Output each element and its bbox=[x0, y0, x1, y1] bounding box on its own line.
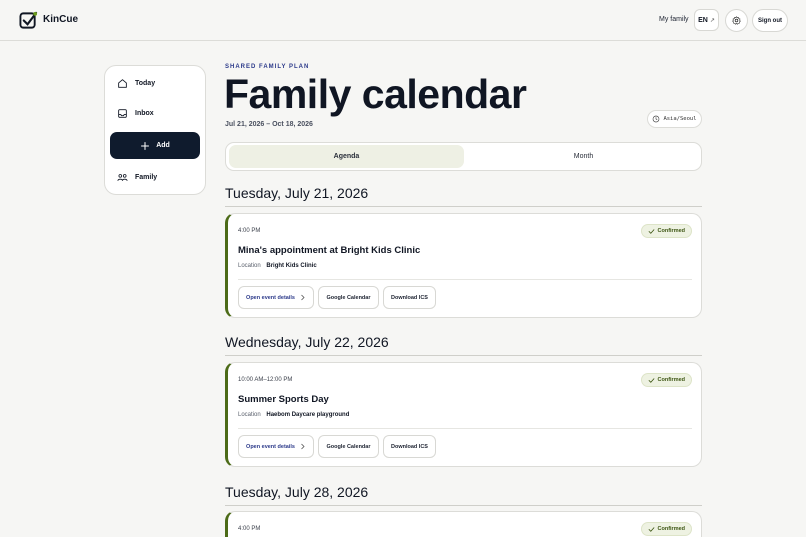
open-event-details-button[interactable]: Open event details bbox=[238, 286, 314, 309]
event-time: 4:00 PM bbox=[238, 526, 261, 532]
inbox-icon bbox=[118, 108, 127, 118]
location-value: Haebom Daycare playground bbox=[266, 412, 350, 418]
clock-icon bbox=[653, 115, 660, 123]
page-eyebrow: SHARED FAMILY PLAN bbox=[225, 64, 310, 70]
sidebar-item-label: Family bbox=[135, 173, 158, 181]
card-divider bbox=[238, 279, 692, 280]
nav-my-family-link[interactable]: My family bbox=[659, 16, 689, 23]
event-location: Location Bright Kids Clinic bbox=[238, 263, 317, 269]
event-title: Summer Sports Day bbox=[238, 394, 329, 405]
language-label: EN bbox=[698, 16, 708, 24]
sidebar-item-today[interactable]: Today bbox=[117, 75, 155, 91]
download-ics-button[interactable]: Download ICS bbox=[383, 286, 436, 309]
event-time: 4:00 PM bbox=[238, 228, 261, 234]
logo-icon[interactable] bbox=[19, 11, 38, 30]
sidebar-item-label: Today bbox=[135, 79, 156, 87]
sidebar-item-label: Inbox bbox=[135, 109, 154, 117]
card-divider bbox=[238, 428, 692, 429]
status-label: Confirmed bbox=[657, 228, 686, 234]
google-calendar-button[interactable]: Google Calendar bbox=[318, 435, 379, 458]
day-heading: Wednesday, July 22, 2026 bbox=[225, 334, 389, 350]
sidebar-item-add[interactable]: Add bbox=[110, 132, 200, 159]
button-label: Open event details bbox=[246, 443, 295, 450]
status-label: Confirmed bbox=[657, 377, 686, 383]
plus-icon bbox=[141, 141, 150, 150]
status-badge: Confirmed bbox=[640, 373, 692, 387]
brand-name[interactable]: KinCue bbox=[43, 14, 78, 25]
open-event-details-button[interactable]: Open event details bbox=[238, 435, 314, 458]
language-button[interactable]: EN ↗ bbox=[694, 9, 719, 31]
day-divider bbox=[225, 505, 702, 506]
event-title: Mina's appointment at Bright Kids Clinic bbox=[238, 245, 421, 256]
settings-button[interactable] bbox=[725, 9, 748, 32]
location-label: Location bbox=[238, 412, 261, 418]
event-card[interactable]: 4:00 PM Confirmed bbox=[225, 511, 702, 537]
day-divider bbox=[225, 355, 702, 356]
sidebar-item-family[interactable]: Family bbox=[117, 169, 157, 185]
event-card[interactable]: 10:00 AM–12:00 PM Confirmed Summer Sport… bbox=[225, 362, 702, 467]
view-switcher: Agenda Month bbox=[225, 142, 702, 171]
google-calendar-button[interactable]: Google Calendar bbox=[318, 286, 379, 309]
tab-month[interactable]: Month bbox=[466, 145, 701, 168]
page-title: Family calendar bbox=[224, 71, 527, 117]
status-badge: Confirmed bbox=[640, 522, 692, 536]
date-range: Jul 21, 2026 – Oct 18, 2026 bbox=[225, 121, 313, 128]
day-heading: Tuesday, July 21, 2026 bbox=[225, 185, 369, 201]
chevron-right-icon bbox=[301, 294, 305, 301]
sidebar-item-label: Add bbox=[156, 142, 170, 149]
event-location: Location Haebom Daycare playground bbox=[238, 412, 349, 418]
event-time: 10:00 AM–12:00 PM bbox=[238, 377, 293, 383]
day-heading: Tuesday, July 28, 2026 bbox=[225, 484, 369, 500]
check-icon bbox=[648, 228, 654, 234]
sidebar-nav: Today Inbox Add Family bbox=[104, 65, 206, 195]
timezone-badge: Asia/Seoul bbox=[647, 110, 702, 128]
home-icon bbox=[118, 78, 127, 88]
timezone-label: Asia/Seoul bbox=[663, 116, 697, 122]
top-bar: KinCue My family EN ↗ Sign out bbox=[0, 0, 806, 41]
download-ics-button[interactable]: Download ICS bbox=[383, 435, 436, 458]
day-divider bbox=[225, 206, 702, 207]
gear-icon bbox=[732, 16, 741, 25]
event-card[interactable]: 4:00 PM Confirmed Mina's appointment at … bbox=[225, 213, 702, 318]
button-label: Open event details bbox=[246, 294, 295, 301]
chevron-right-icon bbox=[301, 443, 305, 450]
status-label: Confirmed bbox=[657, 526, 686, 532]
family-icon bbox=[117, 173, 128, 181]
location-value: Bright Kids Clinic bbox=[266, 263, 317, 269]
tab-agenda[interactable]: Agenda bbox=[229, 145, 464, 168]
external-arrow-icon: ↗ bbox=[709, 17, 715, 24]
status-badge: Confirmed bbox=[640, 224, 692, 238]
sign-out-button[interactable]: Sign out bbox=[752, 9, 788, 32]
check-icon bbox=[648, 377, 654, 383]
location-label: Location bbox=[238, 263, 261, 269]
sidebar-item-inbox[interactable]: Inbox bbox=[117, 105, 154, 121]
check-icon bbox=[648, 526, 654, 532]
